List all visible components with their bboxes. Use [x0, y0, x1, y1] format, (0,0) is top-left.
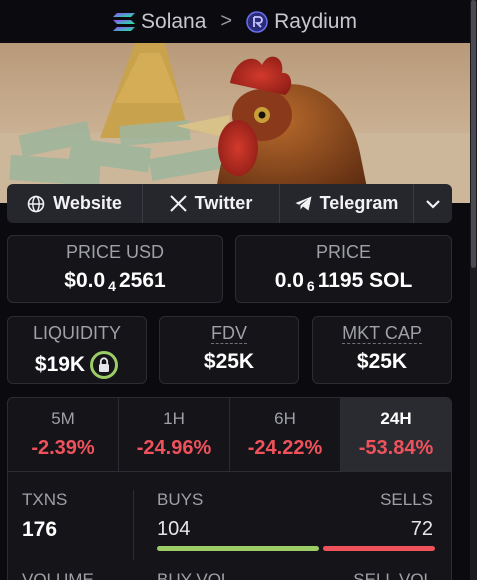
price-usd-zero-count: 4 — [108, 278, 116, 294]
chain-label: Solana — [141, 9, 207, 33]
fdv-label[interactable]: FDV — [211, 323, 247, 344]
sell-vol-label: SELL VOL — [353, 570, 433, 580]
price-native-label: PRICE — [315, 242, 371, 262]
timeframe-tabs: 5M -2.39% 1H -24.96% 6H -24.22% 24H -53.… — [8, 398, 451, 472]
tab-label: 24H — [380, 409, 412, 428]
mkt-cap-label[interactable]: MKT CAP — [342, 323, 422, 344]
breadcrumb-chain[interactable]: Solana — [113, 10, 206, 34]
buys-bar — [157, 546, 319, 551]
more-links-button[interactable] — [414, 184, 452, 223]
fdv-value: $25K — [203, 350, 255, 373]
price-native-value: 0.0 6 1195 SOL — [274, 269, 413, 294]
price-usd-prefix: $0.0 — [64, 269, 106, 292]
buys-stat: BUYS 104 — [157, 490, 203, 541]
price-usd-digits: 2561 — [118, 269, 166, 292]
liquidity-card: LIQUIDITY $19K — [7, 316, 147, 384]
breadcrumb-dex[interactable]: Raydium — [246, 10, 357, 34]
mkt-cap-card: MKT CAP $25K — [312, 316, 452, 384]
price-change-value: -53.84% — [358, 437, 434, 459]
twitter-label: Twitter — [194, 193, 253, 213]
chevron-down-icon — [426, 199, 440, 209]
solana-icon — [113, 12, 136, 31]
price-native-digits: 1195 SOL — [317, 269, 413, 292]
telegram-icon — [295, 196, 312, 211]
liquidity-label: LIQUIDITY — [32, 323, 121, 343]
tab-5m[interactable]: 5M -2.39% — [8, 398, 119, 471]
lock-icon[interactable] — [89, 350, 119, 380]
tab-1h[interactable]: 1H -24.96% — [119, 398, 230, 471]
social-links-bar: Website Twitter Telegram — [7, 184, 452, 223]
price-usd-label: PRICE USD — [65, 242, 164, 262]
liquidity-value-row: $19K — [35, 350, 119, 380]
liquidity-value: $19K — [34, 353, 86, 376]
price-change-value: -24.22% — [247, 437, 323, 459]
price-usd-card: PRICE USD $0.0 4 2561 — [7, 235, 223, 303]
raydium-icon — [246, 10, 268, 33]
transaction-stats: TXNS 176 BUYS 104 SELLS 72 — [8, 472, 451, 580]
website-label: Website — [53, 193, 122, 213]
txns-stat: TXNS 176 — [22, 490, 67, 542]
price-usd-value: $0.0 4 2561 — [64, 269, 166, 294]
token-banner-image — [0, 43, 470, 203]
buys-label: BUYS — [157, 490, 204, 509]
tab-label: 1H — [163, 409, 185, 428]
price-change-value: -2.39% — [31, 437, 95, 459]
price-native-card: PRICE 0.0 6 1195 SOL — [235, 235, 452, 303]
dex-label: Raydium — [274, 9, 357, 33]
website-button[interactable]: Website — [7, 184, 143, 223]
telegram-label: Telegram — [319, 193, 399, 213]
volume-label: VOLUME — [22, 570, 94, 580]
twitter-button[interactable]: Twitter — [143, 184, 280, 223]
timeframe-stats-panel: 5M -2.39% 1H -24.96% 6H -24.22% 24H -53.… — [7, 397, 452, 580]
scrollbar[interactable] — [470, 0, 477, 580]
buy-sell-ratio-bar — [157, 546, 435, 551]
txns-label: TXNS — [22, 490, 68, 509]
sells-label: SELLS — [380, 490, 433, 509]
price-native-prefix: 0.0 — [274, 269, 304, 292]
buys-value: 104 — [157, 518, 191, 540]
globe-icon — [27, 195, 45, 212]
buy-vol-label: BUY VOL — [157, 570, 231, 580]
mkt-cap-value: $25K — [356, 350, 408, 373]
sells-value: 72 — [410, 518, 433, 540]
fdv-card: FDV $25K — [159, 316, 299, 384]
tab-label: 5M — [51, 409, 75, 428]
tab-24h[interactable]: 24H -53.84% — [341, 398, 451, 471]
sells-bar — [322, 546, 435, 551]
x-icon — [169, 195, 187, 212]
tab-6h[interactable]: 6H -24.22% — [230, 398, 341, 471]
price-change-value: -24.96% — [136, 437, 212, 459]
breadcrumb: Solana > Raydium — [0, 0, 470, 43]
breadcrumb-separator: > — [220, 10, 233, 32]
txns-value: 176 — [22, 518, 58, 541]
scrollbar-thumb[interactable] — [471, 0, 476, 268]
tab-label: 6H — [274, 409, 296, 428]
sells-stat: SELLS 72 — [380, 490, 433, 541]
stats-divider — [133, 490, 134, 560]
telegram-button[interactable]: Telegram — [280, 184, 414, 223]
price-native-zero-count: 6 — [306, 278, 315, 294]
